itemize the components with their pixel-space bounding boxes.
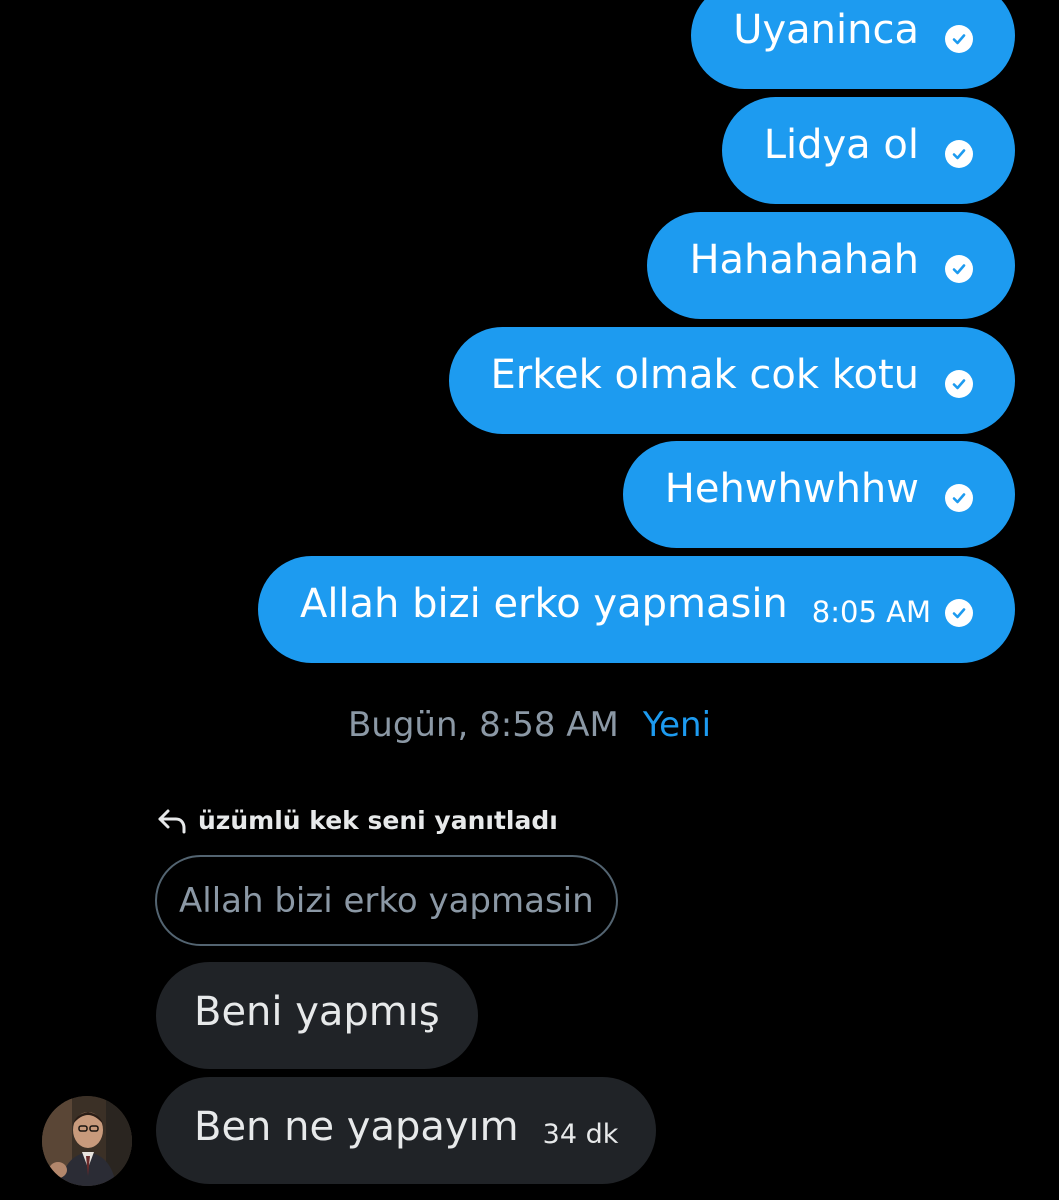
message-text: Hehwhwhhw [664,465,919,512]
outgoing-message[interactable]: Lidya ol [721,97,1015,204]
message-text: Ben ne yapayım [194,1103,519,1150]
quoted-message[interactable]: Allah bizi erko yapmasin [155,855,618,946]
reply-header-text: üzümlü kek seni yanıtladı [198,806,558,835]
new-messages-label: Yeni [642,705,712,745]
quoted-message-text: Allah bizi erko yapmasin [179,880,594,921]
message-text: Beni yapmış [194,988,440,1035]
check-circle-icon [945,369,973,398]
message-text: Erkek olmak cok kotu [490,351,919,398]
message-text: Uyaninca [733,6,919,53]
check-circle-icon [945,24,973,53]
incoming-message[interactable]: Ben ne yapayım 34 dk [156,1077,657,1184]
outgoing-message[interactable]: Hahahahah [647,212,1015,319]
check-circle-icon [945,254,973,283]
outgoing-message[interactable]: Hehwhwhhw [622,441,1015,548]
divider-date: Bugün, 8:58 AM [347,705,619,745]
message-text: Allah bizi erko yapmasin [299,580,788,627]
avatar[interactable] [42,1096,132,1186]
incoming-message[interactable]: Beni yapmış [156,962,478,1069]
check-circle-icon [945,598,973,627]
outgoing-message[interactable]: Uyaninca [691,0,1015,89]
outgoing-message[interactable]: Allah bizi erko yapmasin 8:05 AM [257,556,1015,663]
check-circle-icon [945,139,973,168]
message-text: Hahahahah [689,236,919,283]
outgoing-message[interactable]: Erkek olmak cok kotu [448,327,1015,434]
check-circle-icon [945,483,973,512]
reply-header: üzümlü kek seni yanıtladı [156,806,558,835]
date-divider: Bugün, 8:58 AM Yeni [0,700,1059,750]
message-timestamp: 34 dk [542,1119,619,1150]
message-timestamp: 8:05 AM [811,594,931,629]
reply-arrow-icon [156,807,188,835]
message-text: Lidya ol [763,121,919,168]
